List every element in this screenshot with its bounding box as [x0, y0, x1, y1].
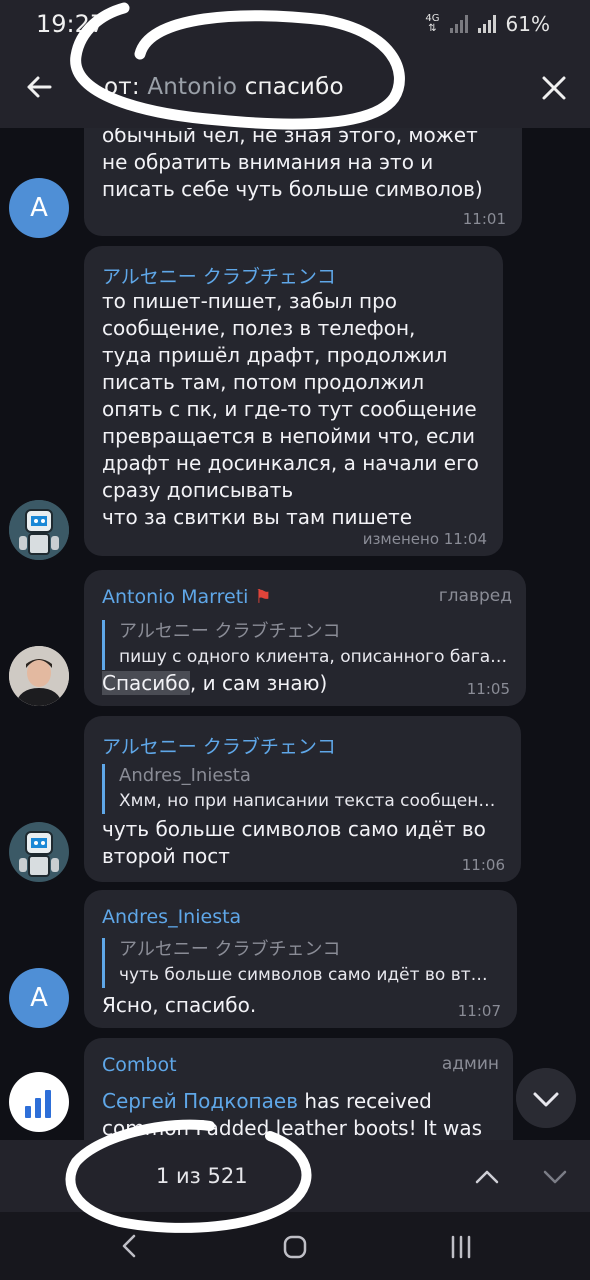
robot-avatar-icon: [9, 822, 69, 882]
message-time: 11:07: [457, 1002, 501, 1020]
member-title: главред: [438, 586, 512, 606]
chat-area[interactable]: обычный чел, не зная этого, может не обр…: [0, 128, 590, 1140]
avatar-robot[interactable]: [9, 500, 69, 560]
flag-icon: ⚑: [254, 586, 272, 608]
message-bubble[interactable]: アルセニー クラブチェンコ то пишет-пишет, забыл про …: [84, 246, 503, 556]
search-toolbar: от: Antonio спасибо: [0, 48, 590, 128]
message-time: 11:01: [462, 210, 506, 228]
system-nav-bar: [0, 1212, 590, 1280]
message-time: изменено 11:04: [362, 530, 487, 548]
sender-name[interactable]: Combot: [102, 1054, 177, 1076]
robot-avatar-icon: [9, 500, 69, 560]
message-time: 11:06: [461, 856, 505, 874]
avatar-letter: A: [30, 983, 48, 1013]
query-text: спасибо: [237, 74, 344, 100]
search-counter: 1 из 521: [156, 1164, 248, 1188]
close-icon[interactable]: [540, 74, 568, 102]
avatar-robot[interactable]: [9, 822, 69, 882]
signal-1-icon: [449, 15, 468, 33]
sender-name[interactable]: Andres_Iniesta: [102, 906, 241, 928]
user-photo-icon: [9, 646, 69, 706]
combot-logo-icon: [25, 1090, 51, 1118]
chevron-down-icon[interactable]: [540, 1162, 570, 1192]
query-user: Antonio: [147, 74, 238, 100]
sender-name[interactable]: Antonio Marreti ⚑: [102, 586, 272, 608]
network-label: 4G: [425, 13, 440, 24]
scroll-down-icon[interactable]: [516, 1068, 576, 1128]
message-bubble[interactable]: Antonio Marreti ⚑ главред アルセニー クラブチェンコ …: [84, 570, 526, 706]
message-text: Сергей Подкопаев has received common Pad…: [102, 1088, 482, 1140]
nav-back-icon[interactable]: [118, 1234, 142, 1258]
avatar-letter: A: [30, 193, 48, 223]
member-title: админ: [441, 1054, 499, 1074]
message-time: 11:05: [466, 680, 510, 698]
reply-quote[interactable]: アルセニー クラブチェンコ чуть больше символов само …: [102, 938, 516, 988]
avatar[interactable]: A: [9, 178, 69, 238]
search-query[interactable]: от: Antonio спасибо: [104, 74, 344, 100]
message-bubble[interactable]: Combot админ Сергей Подкопаев has receiv…: [84, 1038, 513, 1140]
network-icon: 4G ⇅: [425, 13, 440, 34]
message-bubble[interactable]: Andres_Iniesta アルセニー クラブチェンコ чуть больше…: [84, 890, 517, 1028]
quote-text: пишу с одного клиента, описанного бага…: [119, 647, 508, 667]
message-text: обычный чел, не зная этого, может не обр…: [102, 128, 483, 201]
sender-name-text: Antonio Marreti: [102, 586, 249, 608]
status-bar: 19:27 4G ⇅ 61%: [0, 0, 590, 48]
nav-home-icon[interactable]: [282, 1234, 308, 1260]
message-text: Спасибо, и сам знаю): [102, 670, 327, 697]
signal-2-icon: [477, 15, 496, 33]
avatar-photo[interactable]: [9, 646, 69, 706]
back-arrow-icon[interactable]: [24, 72, 54, 102]
search-results-bar: 1 из 521: [0, 1140, 590, 1212]
sender-name[interactable]: アルセニー クラブチェンコ: [102, 262, 336, 289]
quote-name: アルセニー クラブチェンコ: [119, 621, 341, 642]
quote-text: чуть больше символов само идёт во вт…: [119, 965, 488, 985]
quote-name: Andres_Iniesta: [119, 765, 251, 786]
message-bubble[interactable]: アルセニー クラブチェンコ Andres_Iniesta Хмм, но при…: [84, 716, 521, 882]
message-text: Ясно, спасибо.: [102, 993, 257, 1017]
battery-level: 61%: [505, 12, 550, 36]
quote-name: アルセニー クラブチェンコ: [119, 939, 341, 960]
mention-link[interactable]: Сергей Подкопаев: [102, 1089, 298, 1113]
status-icons: 4G ⇅ 61%: [425, 12, 550, 36]
reply-quote[interactable]: アルセニー クラブチェンコ пишу с одного клиента, опи…: [102, 620, 525, 670]
sender-name[interactable]: アルセニー クラブチェンコ: [102, 732, 336, 759]
reply-quote[interactable]: Andres_Iniesta Хмм, но при написании тек…: [102, 764, 520, 814]
message-text-rest: , и сам знаю): [189, 671, 328, 695]
search-highlight: Спасибо: [102, 671, 190, 695]
quote-text: Хмм, но при написании текста сообщен…: [119, 791, 496, 811]
nav-recents-icon[interactable]: [448, 1234, 474, 1260]
avatar[interactable]: A: [9, 968, 69, 1028]
chevron-up-icon[interactable]: [472, 1162, 502, 1192]
avatar-combot[interactable]: [9, 1072, 69, 1132]
message-text: чуть больше символов само идёт во второй…: [102, 817, 486, 868]
message-bubble[interactable]: обычный чел, не зная этого, может не обр…: [84, 128, 522, 236]
query-prefix: от:: [104, 74, 148, 100]
message-text: то пишет-пишет, забыл про сообщение, пол…: [102, 289, 479, 529]
